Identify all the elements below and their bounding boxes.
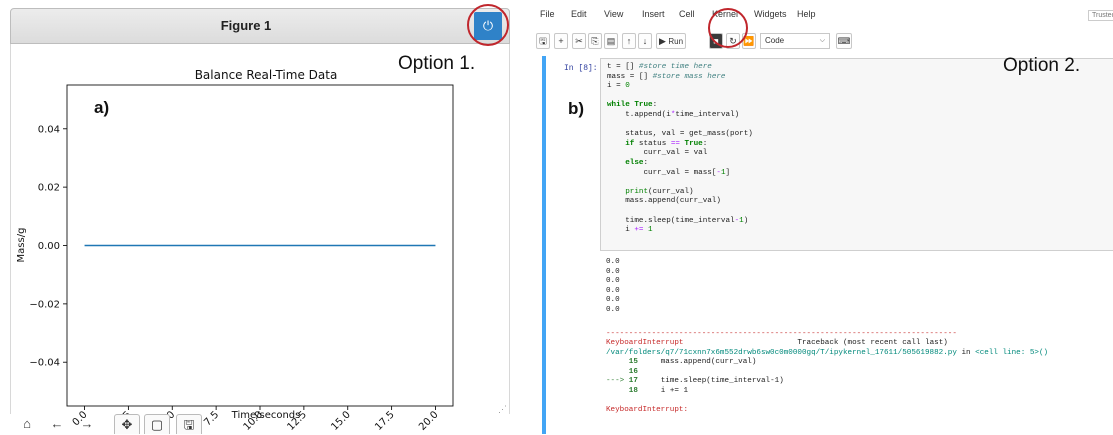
- selected-cell-indicator: [542, 56, 546, 434]
- output-line: 0.0: [606, 267, 620, 276]
- matplotlib-figure-panel: Figure 1 ⏻ Balance Real-Time Data 0.04 0.…: [0, 0, 516, 434]
- input-prompt: In [8]:: [564, 64, 598, 73]
- interrupt-kernel-icon[interactable]: ■: [709, 33, 723, 49]
- jupyter-notebook-panel: File Edit View Insert Cell Kernel Widget…: [528, 0, 1113, 434]
- paste-icon[interactable]: ▤: [604, 33, 618, 49]
- option-1-label: Option 1.: [398, 53, 476, 74]
- menu-insert[interactable]: Insert: [642, 9, 665, 19]
- error-name: KeyboardInterrupt: [606, 339, 684, 347]
- run-label: Run: [668, 37, 684, 46]
- save-icon[interactable]: 🖫: [536, 33, 550, 49]
- y-tick-label: 0.04: [38, 124, 60, 135]
- command-palette-icon[interactable]: ⌨: [836, 33, 852, 49]
- back-arrow-icon[interactable]: ←: [44, 414, 70, 434]
- traceback-cell-ref: <cell line: 5>(): [975, 348, 1049, 357]
- y-tick-label: 0.00: [38, 241, 60, 252]
- x-axis-label: Time/seconds: [231, 410, 301, 421]
- y-tick-label: 0.02: [38, 183, 60, 194]
- x-tick-label: 17.5: [373, 409, 397, 433]
- insert-cell-icon[interactable]: +: [554, 33, 568, 49]
- traceback-marker: --->: [606, 377, 625, 386]
- resize-grip-icon[interactable]: ⋰: [498, 404, 507, 415]
- forward-arrow-icon[interactable]: →: [74, 414, 100, 434]
- menu-edit[interactable]: Edit: [571, 9, 587, 19]
- output-line: 0.0: [606, 277, 620, 286]
- cut-icon[interactable]: ✂: [572, 33, 586, 49]
- zoom-rect-icon[interactable]: ▢: [144, 414, 170, 434]
- cell-type-select[interactable]: Code ⌵: [760, 33, 830, 49]
- option-2-label: Option 2.: [1003, 55, 1081, 76]
- traceback-in: in: [961, 348, 971, 357]
- cell-type-value: Code: [765, 36, 785, 45]
- traceback-line-number: 15: [628, 358, 638, 367]
- traceback-line-code: i += 1: [642, 386, 689, 395]
- y-tick-label: −0.02: [29, 299, 60, 310]
- traceback-separator: ----------------------------------------…: [606, 330, 957, 338]
- traceback-line-code: time.sleep(time_interval-1): [642, 377, 784, 386]
- x-tick-label: 15.0: [329, 409, 353, 433]
- traceback-output: KeyboardInterrupt Traceback (most recent…: [606, 339, 1048, 416]
- copy-icon[interactable]: ⎘: [588, 33, 602, 49]
- y-tick-label: −0.04: [29, 358, 60, 369]
- panel-label-b: b): [568, 99, 585, 118]
- panel-label-a: a): [94, 98, 110, 117]
- run-button[interactable]: ▶ Run: [656, 33, 686, 49]
- final-error: KeyboardInterrupt:: [606, 406, 689, 415]
- move-up-icon[interactable]: ↑: [622, 33, 636, 49]
- traceback-line-code: mass.append(curr_val): [642, 358, 757, 367]
- save-icon[interactable]: 🖫: [176, 414, 202, 434]
- output-line: 0.0: [606, 305, 620, 314]
- menu-help[interactable]: Help: [797, 9, 816, 19]
- menu-file[interactable]: File: [540, 9, 555, 19]
- menu-kernel[interactable]: Kernel: [712, 9, 738, 19]
- menu-cell[interactable]: Cell: [679, 9, 695, 19]
- output-line: 0.0: [606, 296, 620, 305]
- restart-kernel-icon[interactable]: ↻: [726, 33, 740, 49]
- output-line: 0.0: [606, 258, 620, 266]
- restart-run-all-icon[interactable]: ⏩: [742, 33, 756, 49]
- code-content: t = [] #store time here mass = [] #store…: [607, 63, 753, 235]
- trusted-badge[interactable]: Trusted: [1088, 10, 1113, 21]
- traceback-line-number: 18: [628, 386, 638, 395]
- pan-icon[interactable]: ✥: [114, 414, 140, 434]
- chart-title: Balance Real-Time Data: [195, 68, 338, 82]
- traceback-path: /var/folders/q7/71cxnn7x6m552drwb6sw0c0m…: [606, 348, 957, 357]
- menu-widgets[interactable]: Widgets: [754, 9, 787, 19]
- menu-view[interactable]: View: [604, 9, 623, 19]
- move-down-icon[interactable]: ↓: [638, 33, 652, 49]
- chevron-down-icon: ⌵: [819, 37, 825, 44]
- code-cell-editor[interactable]: t = [] #store time here mass = [] #store…: [600, 58, 1113, 251]
- x-tick-label: 20.0: [417, 409, 441, 433]
- traceback-header: Traceback (most recent call last): [797, 339, 948, 347]
- traceback-line-number: 17: [628, 377, 638, 386]
- home-icon[interactable]: ⌂: [14, 414, 40, 434]
- output-line: 0.0: [606, 286, 620, 295]
- notebook-toolbar: 🖫 + ✂ ⎘ ▤ ↑ ↓ ▶ Run ■ ↻ ⏩ Code ⌵ ⌨: [528, 33, 1113, 51]
- cell-output: 0.0 0.0 0.0 0.0 0.0 0.0: [606, 258, 620, 316]
- y-axis-ticks: 0.04 0.02 0.00 −0.02 −0.04: [29, 124, 67, 369]
- menu-bar: File Edit View Insert Cell Kernel Widget…: [528, 0, 1113, 28]
- figure-toolbar: ⌂ ← → ✥ ▢ 🖫: [10, 414, 210, 434]
- y-axis-label: Mass/g: [16, 228, 27, 263]
- traceback-line-number: 16: [628, 367, 638, 376]
